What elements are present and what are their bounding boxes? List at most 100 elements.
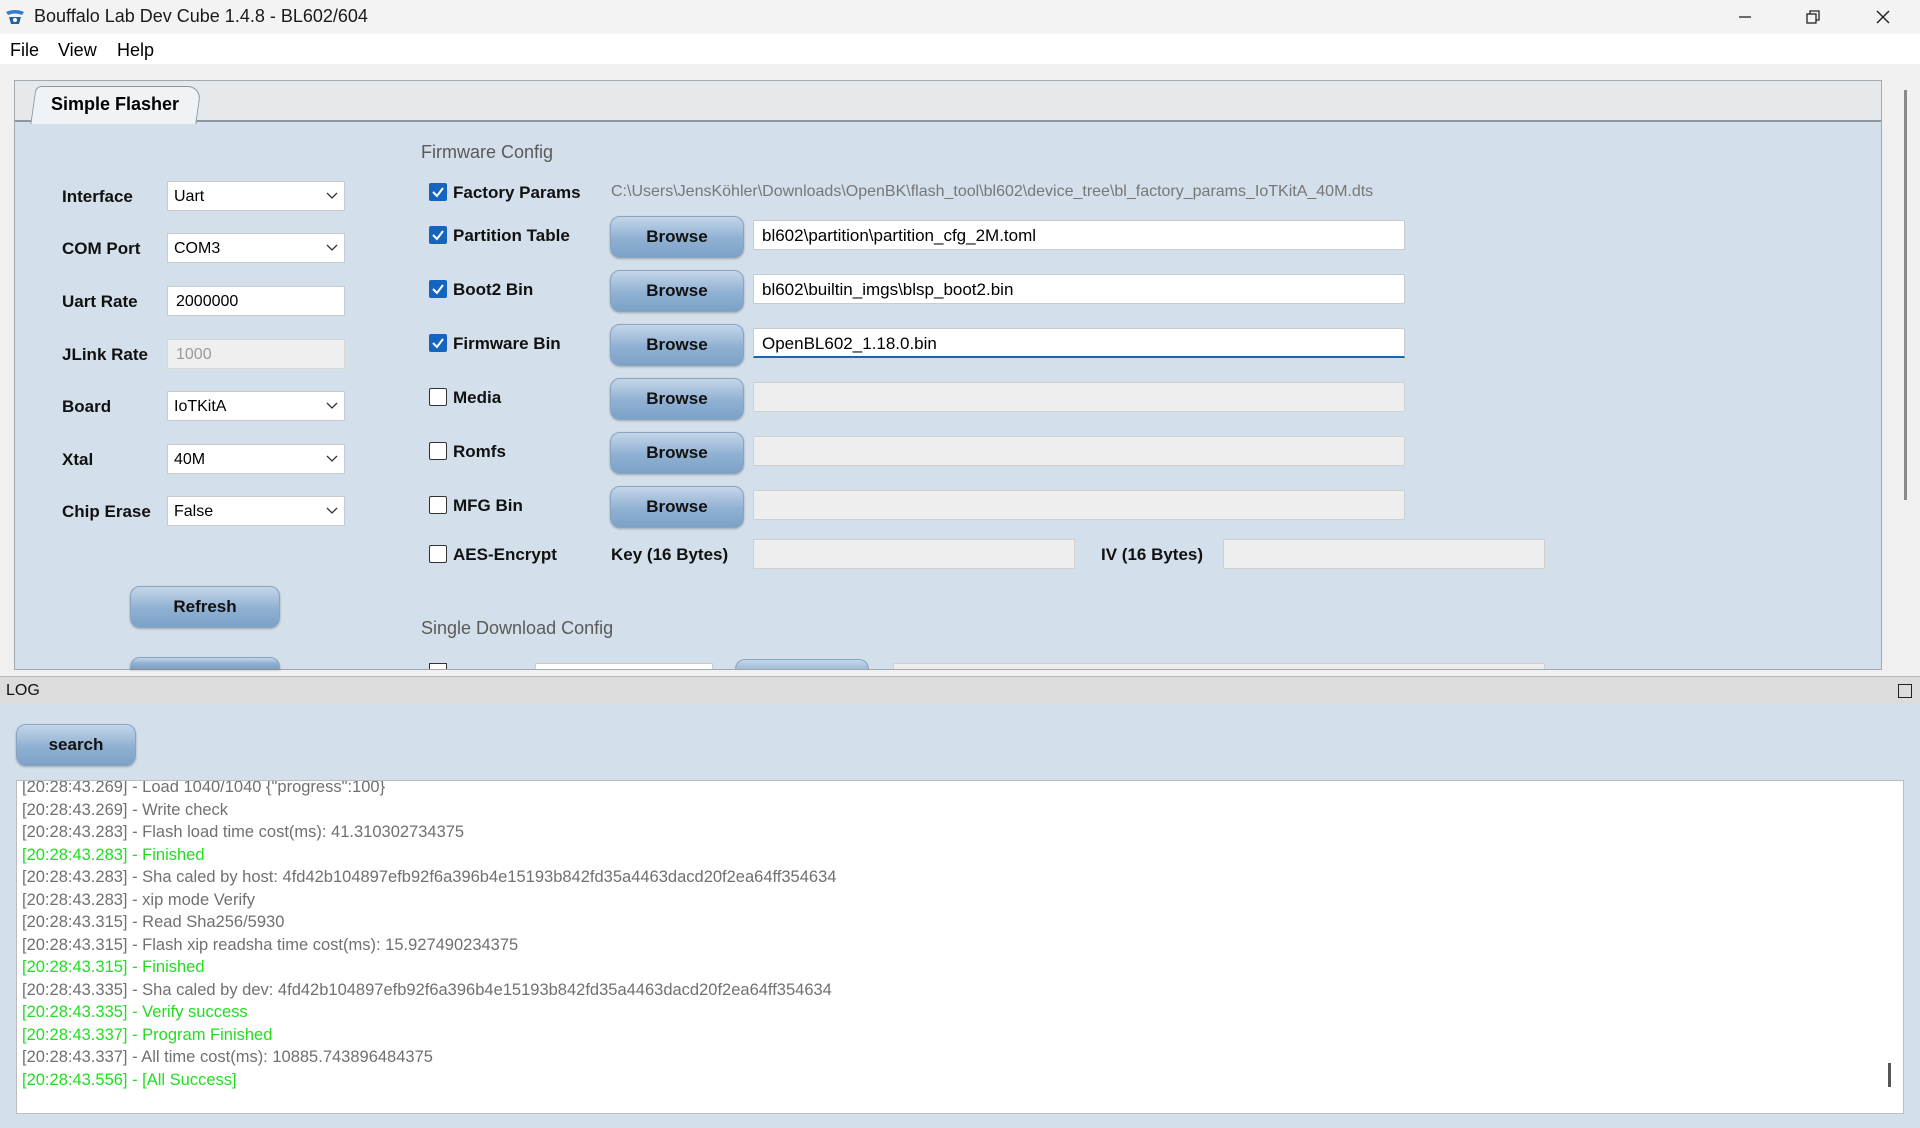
com-port-select[interactable]: COM3	[167, 233, 345, 263]
log-panel: search [20:28:43.269] - Load 1040/1040 {…	[0, 704, 1920, 1128]
log-line: [20:28:43.335] - Verify success	[22, 1003, 248, 1021]
partial-button[interactable]	[130, 657, 280, 669]
interface-value: Uart	[174, 188, 205, 205]
aes-iv-input[interactable]	[1223, 539, 1545, 569]
log-line: [20:28:43.269] - Load 1040/1040 {"progre…	[22, 780, 386, 796]
log-line: [20:28:43.283] - Finished	[22, 845, 205, 864]
tab-simple-flasher-label: Simple Flasher	[51, 94, 180, 114]
checkmark-icon	[432, 338, 444, 349]
chevron-down-icon	[326, 192, 338, 199]
firmware-config-title: Firmware Config	[421, 142, 554, 162]
partition-table-label: Partition Table	[453, 226, 570, 245]
log-line: [20:28:43.315] - Flash xip readsha time …	[22, 935, 519, 954]
chevron-down-icon	[326, 402, 338, 409]
single-download-browse-button[interactable]	[735, 659, 869, 669]
jlink-rate-input: 1000	[167, 339, 345, 369]
aes-encrypt-checkbox[interactable]	[429, 545, 447, 563]
menu-view[interactable]: View	[58, 40, 97, 61]
aes-key-label: Key (16 Bytes)	[611, 545, 729, 564]
media-browse-button[interactable]: Browse	[610, 378, 744, 420]
log-title: LOG	[6, 682, 40, 699]
close-button[interactable]	[1848, 0, 1918, 34]
xtal-label: Xtal	[62, 450, 94, 469]
factory-params-checkbox[interactable]	[429, 183, 447, 201]
chip-erase-value: False	[174, 503, 214, 520]
media-checkbox[interactable]	[429, 388, 447, 406]
partition-table-path-input[interactable]: bl602\partition\partition_cfg_2M.toml	[753, 220, 1405, 250]
firmware-bin-label: Firmware Bin	[453, 334, 561, 353]
menu-file[interactable]: File	[10, 40, 39, 61]
flasher-panel: Simple Flasher Interface Uart COM Port C…	[14, 80, 1882, 670]
log-output[interactable]: [20:28:43.269] - Load 1040/1040 {"progre…	[16, 780, 1904, 1114]
log-line: [20:28:43.337] - All time cost(ms): 1088…	[22, 1048, 433, 1066]
boot2-bin-path-input[interactable]: bl602\builtin_imgs\blsp_boot2.bin	[753, 274, 1405, 304]
chevron-down-icon	[326, 455, 338, 462]
firmware-bin-browse-button[interactable]: Browse	[610, 324, 744, 366]
log-line: [20:28:43.283] - Flash load time cost(ms…	[22, 823, 465, 841]
chevron-down-icon	[326, 507, 338, 514]
search-button[interactable]: search	[16, 724, 136, 766]
mfg-bin-browse-button[interactable]: Browse	[610, 486, 744, 528]
boot2-bin-checkbox[interactable]	[429, 280, 447, 298]
minimize-button[interactable]	[1710, 0, 1780, 34]
log-line: [20:28:43.335] - Sha caled by dev: 4fd42…	[22, 980, 832, 999]
log-line: [20:28:43.315] - Finished	[22, 958, 205, 976]
interface-select[interactable]: Uart	[167, 181, 345, 211]
refresh-button[interactable]: Refresh	[130, 586, 280, 628]
close-icon	[1876, 10, 1890, 24]
single-download-address-input[interactable]	[535, 663, 713, 669]
partition-table-checkbox[interactable]	[429, 226, 447, 244]
boot2-bin-label: Boot2 Bin	[453, 280, 534, 299]
chip-erase-select[interactable]: False	[167, 496, 345, 526]
chevron-down-icon	[326, 244, 338, 251]
firmware-bin-checkbox[interactable]	[429, 334, 447, 352]
board-label: Board	[62, 397, 112, 416]
title-bar: Bouffalo Lab Dev Cube 1.4.8 - BL602/604	[0, 0, 1920, 34]
factory-params-path: C:\Users\JensKöhler\Downloads\OpenBK\fla…	[611, 183, 1374, 200]
log-line: [20:28:43.337] - Program Finished	[22, 1025, 273, 1044]
boot2-bin-browse-button[interactable]: Browse	[610, 270, 744, 312]
restore-button[interactable]	[1778, 0, 1848, 34]
com-port-label: COM Port	[62, 239, 141, 258]
xtal-value: 40M	[174, 451, 206, 468]
single-download-checkbox[interactable]	[429, 663, 447, 669]
window-title: Bouffalo Lab Dev Cube 1.4.8 - BL602/604	[34, 6, 368, 26]
log-line: [20:28:43.556] - [All Success]	[22, 1070, 237, 1089]
media-path-input[interactable]	[753, 382, 1405, 412]
log-line: [20:28:43.269] - Write check	[22, 800, 229, 819]
partition-table-browse-button[interactable]: Browse	[610, 216, 744, 258]
dock-float-icon[interactable]	[1898, 684, 1912, 698]
log-scrollbar-thumb[interactable]	[1888, 1063, 1891, 1087]
chip-erase-label: Chip Erase	[62, 502, 151, 521]
board-value: IoTKitA	[174, 398, 227, 415]
log-line: [20:28:43.283] - Sha caled by host: 4fd4…	[22, 868, 837, 886]
xtal-select[interactable]: 40M	[167, 444, 345, 474]
interface-label: Interface	[62, 187, 133, 206]
mfg-bin-path-input[interactable]	[753, 490, 1405, 520]
single-download-config-title: Single Download Config	[421, 618, 614, 638]
checkmark-icon	[432, 284, 444, 295]
menu-help[interactable]: Help	[117, 40, 154, 61]
single-download-path-input[interactable]	[893, 663, 1545, 669]
mfg-bin-checkbox[interactable]	[429, 496, 447, 514]
romfs-browse-button[interactable]: Browse	[610, 432, 744, 474]
log-line: [20:28:43.315] - Read Sha256/5930	[22, 913, 285, 931]
firmware-bin-path-input[interactable]: OpenBL602_1.18.0.bin	[753, 328, 1405, 358]
aes-key-input[interactable]	[753, 539, 1075, 569]
tab-strip: Simple Flasher	[15, 81, 1881, 124]
restore-icon	[1806, 10, 1820, 24]
aes-iv-label: IV (16 Bytes)	[1101, 545, 1204, 564]
romfs-path-input[interactable]	[753, 436, 1405, 466]
log-dock-header: LOG	[0, 676, 1920, 704]
romfs-checkbox[interactable]	[429, 442, 447, 460]
vertical-scrollbar[interactable]	[1904, 90, 1907, 500]
media-label: Media	[453, 388, 502, 407]
menu-bar: File View Help	[0, 34, 1920, 64]
board-select[interactable]: IoTKitA	[167, 391, 345, 421]
uart-rate-label: Uart Rate	[62, 292, 138, 311]
log-line: [20:28:43.283] - xip mode Verify	[22, 890, 255, 909]
log-lines: [20:28:43.269] - Load 1040/1040 {"progre…	[22, 780, 837, 1091]
uart-rate-input[interactable]: 2000000	[167, 286, 345, 316]
mfg-bin-label: MFG Bin	[453, 496, 523, 515]
romfs-label: Romfs	[453, 442, 506, 461]
